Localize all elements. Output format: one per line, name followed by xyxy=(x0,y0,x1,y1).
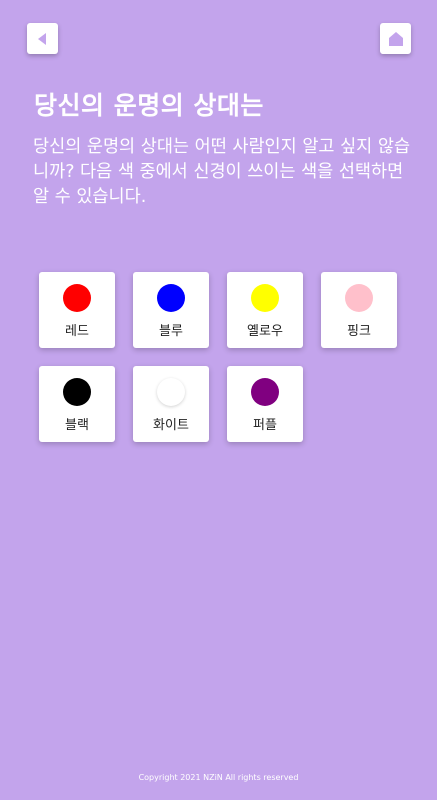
color-label: 퍼플 xyxy=(253,418,277,433)
back-button[interactable] xyxy=(27,23,58,54)
color-label: 레드 xyxy=(65,324,89,339)
color-card-pink[interactable]: 핑크 xyxy=(321,272,397,348)
black-swatch-icon xyxy=(63,378,91,406)
page-description: 당신의 운명의 상대는 어떤 사람인지 알고 싶지 않습니까? 다음 색 중에서… xyxy=(33,137,411,207)
home-button[interactable] xyxy=(380,23,411,54)
pink-swatch-icon xyxy=(345,284,373,312)
color-card-yellow[interactable]: 옐로우 xyxy=(227,272,303,348)
red-swatch-icon xyxy=(63,284,91,312)
back-arrow-icon xyxy=(35,31,51,47)
color-label: 블랙 xyxy=(65,418,89,433)
color-label: 핑크 xyxy=(347,324,371,339)
color-card-black[interactable]: 블랙 xyxy=(39,366,115,442)
purple-swatch-icon xyxy=(251,378,279,406)
color-card-white[interactable]: 화이트 xyxy=(133,366,209,442)
color-label: 블루 xyxy=(159,324,183,339)
color-card-blue[interactable]: 블루 xyxy=(133,272,209,348)
color-label: 옐로우 xyxy=(247,324,283,339)
white-swatch-icon xyxy=(157,378,185,406)
color-card-red[interactable]: 레드 xyxy=(39,272,115,348)
blue-swatch-icon xyxy=(157,284,185,312)
yellow-swatch-icon xyxy=(251,284,279,312)
color-label: 화이트 xyxy=(153,418,189,433)
page-title: 당신의 운명의 상대는 xyxy=(34,91,264,120)
home-icon xyxy=(387,30,405,48)
color-card-purple[interactable]: 퍼플 xyxy=(227,366,303,442)
footer-copyright: Copyright 2021 NZiN All rights reserved xyxy=(138,773,299,782)
